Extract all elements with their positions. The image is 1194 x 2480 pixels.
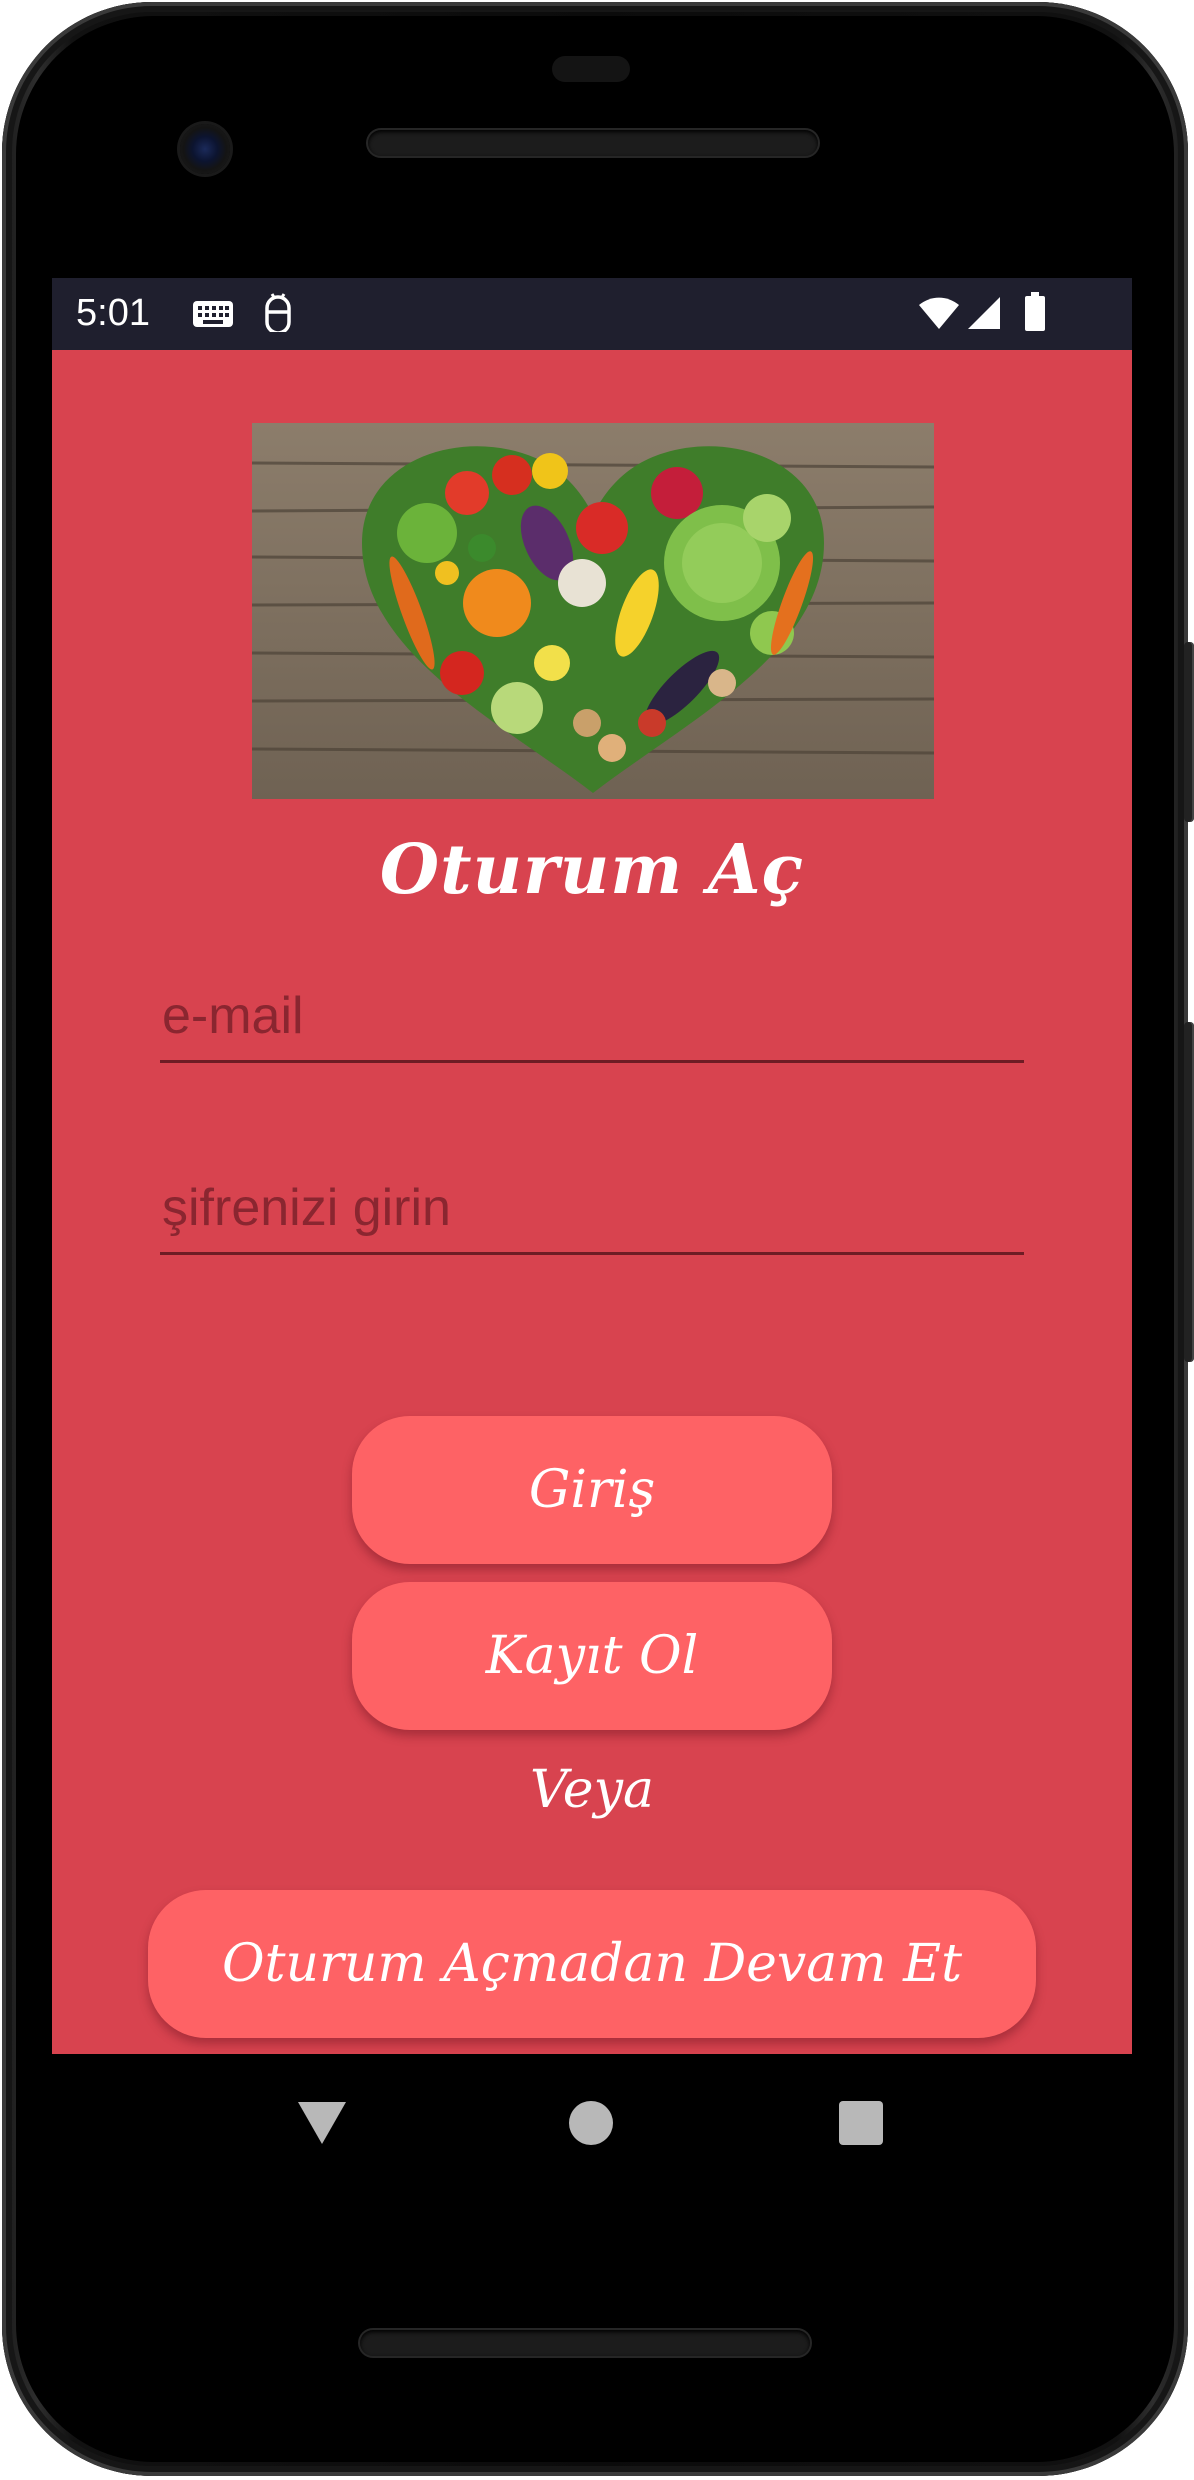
page-title: Oturum Aç: [379, 830, 805, 910]
android-debug-icon: [262, 292, 294, 336]
login-screen: Oturum Aç e-mail şifrenizi girin Giriş K…: [52, 350, 1132, 2054]
back-icon[interactable]: [296, 2100, 348, 2150]
password-field[interactable]: şifrenizi girin: [160, 1162, 1024, 1255]
email-placeholder: e-mail: [162, 987, 304, 1045]
volume-button: [1184, 1022, 1194, 1362]
vegetable-heart-image: [252, 423, 934, 799]
login-button[interactable]: Giriş: [352, 1416, 832, 1564]
register-button-label: Kayıt Ol: [485, 1626, 699, 1686]
screen: 5:01 Oturum Aç e-mail şifrenizi girin Gi…: [52, 278, 1132, 2054]
keyboard-icon: [192, 300, 234, 334]
continue-without-login-button[interactable]: Oturum Açmadan Devam Et: [148, 1890, 1036, 2038]
battery-icon: [1024, 292, 1046, 336]
or-separator: Veya: [530, 1760, 654, 1820]
wifi-icon: [918, 296, 960, 334]
login-button-label: Giriş: [528, 1460, 656, 1520]
navigation-bar: [52, 2054, 1132, 2194]
register-button[interactable]: Kayıt Ol: [352, 1582, 832, 1730]
power-button: [1184, 642, 1194, 822]
status-bar: 5:01: [52, 278, 1132, 350]
earpiece-speaker: [368, 130, 818, 156]
front-camera-icon: [180, 124, 230, 174]
continue-without-login-label: Oturum Açmadan Devam Et: [221, 1934, 963, 1994]
email-field[interactable]: e-mail: [160, 970, 1024, 1063]
home-icon[interactable]: [568, 2100, 614, 2150]
status-time: 5:01: [76, 292, 150, 334]
cell-signal-icon: [966, 296, 1002, 334]
password-placeholder: şifrenizi girin: [162, 1179, 451, 1237]
recents-icon[interactable]: [838, 2100, 884, 2150]
proximity-sensor: [552, 56, 630, 82]
bottom-speaker: [360, 2330, 810, 2356]
